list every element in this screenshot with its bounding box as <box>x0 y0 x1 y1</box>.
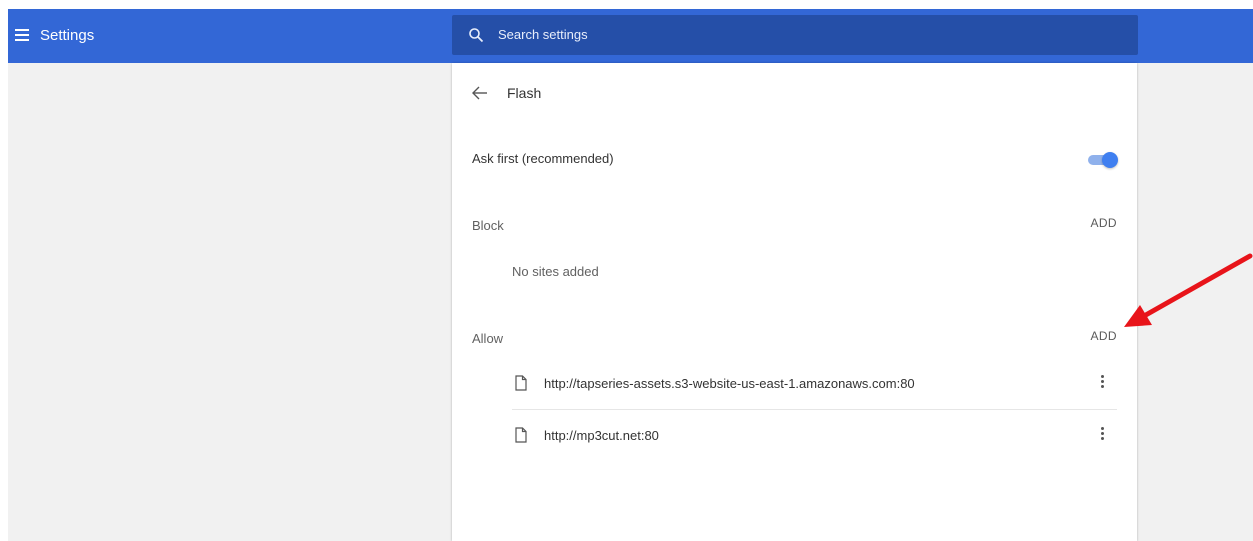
block-empty-message: No sites added <box>512 264 599 279</box>
site-divider <box>512 409 1117 410</box>
settings-toolbar: Settings Search settings <box>8 9 1253 63</box>
toggle-knob <box>1102 152 1118 168</box>
toolbar-title: Settings <box>40 27 95 44</box>
menu-icon[interactable] <box>14 27 30 43</box>
ask-first-toggle[interactable] <box>1086 152 1118 168</box>
document-icon <box>515 375 527 391</box>
settings-page: Settings Search settings Flash Ask first… <box>0 0 1253 541</box>
flash-settings-card: Flash Ask first (recommended) Block ADD … <box>452 63 1137 541</box>
more-vert-icon[interactable] <box>1099 427 1105 443</box>
more-vert-icon[interactable] <box>1099 375 1105 391</box>
search-icon <box>469 28 484 43</box>
top-edge <box>0 0 1253 9</box>
allow-section-label: Allow <box>472 331 504 346</box>
allowed-site-row[interactable]: http://tapseries-assets.s3-website-us-ea… <box>512 360 1117 408</box>
search-placeholder: Search settings <box>498 27 588 42</box>
block-section-label: Block <box>472 218 504 233</box>
site-url: http://tapseries-assets.s3-website-us-ea… <box>544 376 915 391</box>
search-input[interactable]: Search settings <box>452 15 1138 55</box>
ask-first-label: Ask first (recommended) <box>472 151 614 166</box>
page-title: Flash <box>507 85 542 101</box>
document-icon <box>515 427 527 443</box>
block-add-button[interactable]: ADD <box>1090 215 1117 231</box>
arrow-left-icon[interactable] <box>471 84 489 102</box>
allow-add-button[interactable]: ADD <box>1090 328 1117 344</box>
red-arrow-annotation <box>1124 253 1253 327</box>
allowed-site-row[interactable]: http://mp3cut.net:80 <box>512 412 1117 460</box>
site-url: http://mp3cut.net:80 <box>544 428 659 443</box>
